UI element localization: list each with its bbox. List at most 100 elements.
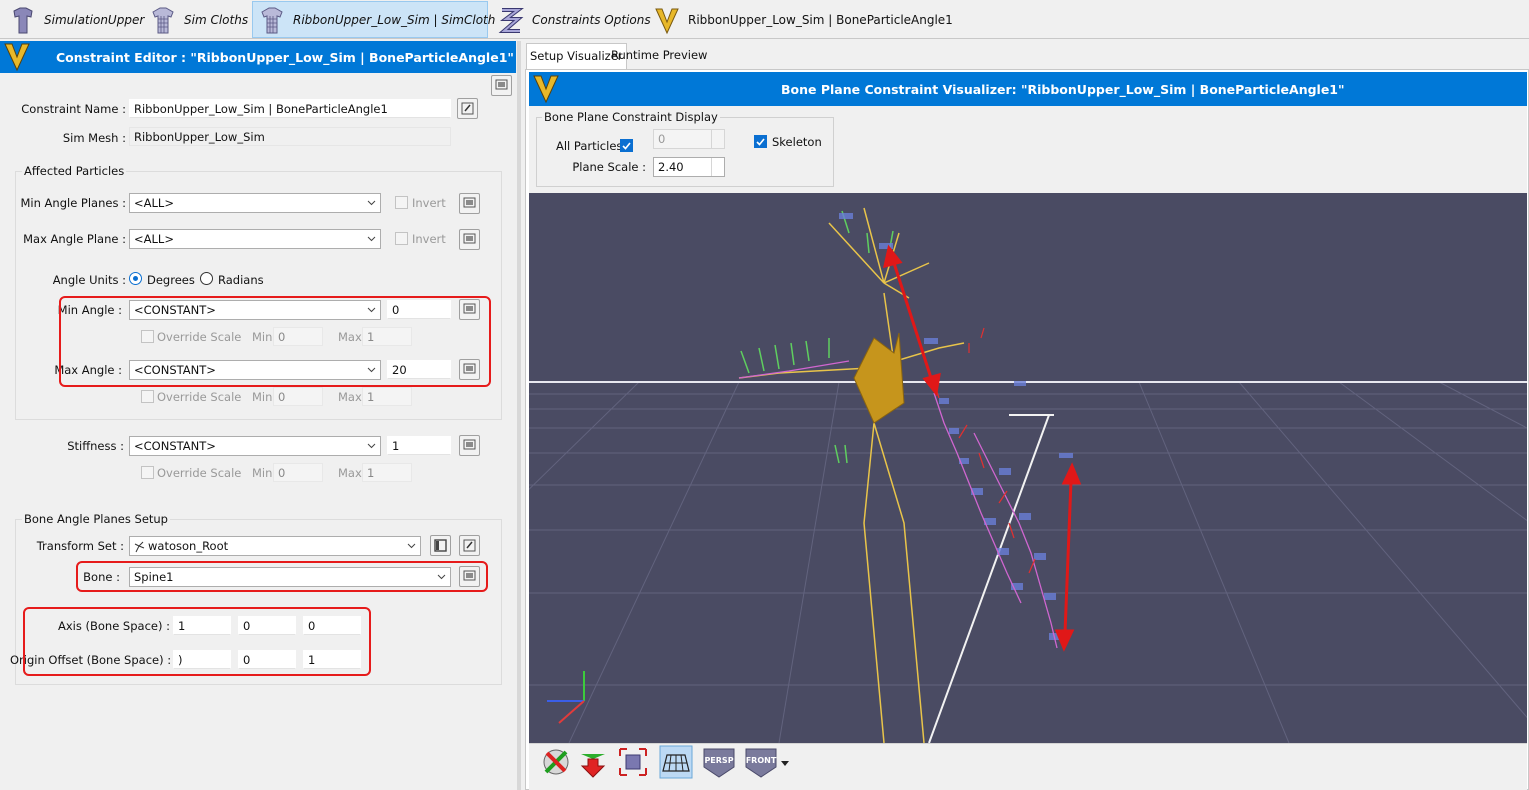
max-angle-scale-max-field[interactable]: 1: [362, 387, 412, 406]
affected-particles-title: Affected Particles: [22, 164, 127, 178]
highlight-box: [76, 561, 488, 592]
stiffness-options-button[interactable]: [459, 435, 480, 456]
red-normals: [933, 327, 1036, 574]
breadcrumb-label: Sim Cloths: [184, 12, 249, 27]
rename-button[interactable]: [457, 98, 478, 119]
3d-viewport[interactable]: [529, 193, 1527, 743]
breadcrumb-label: RibbonUpper_Low_Sim | BoneParticleAngle1: [688, 12, 953, 27]
cloth-mesh-icon: [261, 7, 283, 33]
select-value: <ALL>: [134, 232, 174, 246]
check-icon: [622, 142, 631, 150]
constraint-name-field[interactable]: RibbonUpper_Low_Sim | BoneParticleAngle1: [129, 99, 451, 118]
skeleton-label: Skeleton: [772, 135, 822, 149]
breadcrumb-item-simcloth[interactable]: RibbonUpper_Low_Sim | SimCloth: [252, 1, 495, 38]
breadcrumb-item-constraints-options[interactable]: Constraints Options: [492, 1, 651, 38]
viewport-scene: [529, 207, 1527, 743]
move-down-icon: [580, 754, 606, 778]
min-label: Min: [252, 390, 273, 404]
grid-icon: [659, 745, 693, 779]
max-angle-plane-options-button[interactable]: [459, 229, 480, 250]
edit-icon: [461, 102, 474, 115]
radians-label: Radians: [218, 273, 264, 287]
select-value: <ALL>: [134, 196, 174, 210]
max-angle-override-scale-checkbox[interactable]: [141, 390, 154, 403]
snap-button[interactable]: [539, 745, 573, 779]
select-value: watoson_Root: [148, 539, 229, 553]
select-value: <CONSTANT>: [134, 439, 216, 453]
green-normals: [740, 210, 894, 464]
stiffness-scale-min-field[interactable]: 0: [273, 463, 323, 482]
min-angle-planes-options-button[interactable]: [459, 193, 480, 214]
skeleton-checkbox[interactable]: [754, 135, 767, 148]
axis-gizmo: [547, 671, 585, 724]
monitor-icon: [463, 197, 476, 208]
caret-down-icon: [781, 761, 789, 766]
min-angle-planes-select[interactable]: <ALL>: [129, 193, 381, 213]
frame-icon: [619, 748, 647, 776]
spinner-value: 2.40: [658, 160, 684, 174]
perspective-view-button[interactable]: PERSP: [702, 745, 736, 779]
bone-setup-title: Bone Angle Planes Setup: [22, 512, 170, 526]
breadcrumb: SimulationUpper Sim Cloths RibbonUpper_L…: [0, 0, 1529, 39]
monitor-icon: [463, 233, 476, 244]
all-particles-spinner[interactable]: 0: [653, 129, 725, 149]
move-down-button[interactable]: [576, 745, 610, 779]
visualizer-title: Bone Plane Constraint Visualizer: "Ribbo…: [781, 81, 1345, 97]
max-label: Max: [338, 390, 362, 404]
tab-runtime-preview[interactable]: Runtime Preview: [608, 43, 710, 69]
angle-units-label: Angle Units :: [52, 273, 126, 287]
monitor-icon: [463, 439, 476, 450]
check-icon: [756, 138, 765, 146]
shirt-icon: [13, 7, 33, 33]
degrees-radio[interactable]: [129, 272, 142, 285]
panel-options-button[interactable]: [491, 75, 512, 96]
spinner-arrows-icon[interactable]: [711, 130, 724, 148]
breadcrumb-item-sim-cloths[interactable]: Sim Cloths: [144, 1, 248, 38]
plane-scale-label: Plane Scale :: [572, 160, 646, 174]
snap-icon: [543, 749, 569, 775]
transform-set-label: Transform Set :: [36, 539, 124, 553]
max-angle-scale-min-field[interactable]: 0: [273, 387, 323, 406]
min-label: Min: [252, 466, 273, 480]
v-logo-icon: [655, 8, 679, 34]
editor-title: Constraint Editor : "RibbonUpper_Low_Sim…: [56, 49, 514, 65]
radians-radio[interactable]: [200, 272, 213, 285]
grid-toggle-button[interactable]: [659, 745, 693, 779]
degrees-label: Degrees: [147, 273, 195, 287]
cloth-mesh-icon: [152, 7, 174, 33]
plane-scale-spinner[interactable]: 2.40: [653, 157, 725, 177]
persp-view-icon: PERSP: [703, 748, 735, 778]
stiffness-scale-max-field[interactable]: 1: [362, 463, 412, 482]
all-particles-checkbox[interactable]: [620, 139, 633, 152]
stiffness-mode-select[interactable]: <CONSTANT>: [129, 436, 381, 456]
floor-grid: [529, 381, 1527, 743]
max-angle-plane-select[interactable]: <ALL>: [129, 229, 381, 249]
monitor-icon: [495, 79, 508, 90]
chevron-down-icon: [407, 543, 416, 549]
spinner-arrows-icon[interactable]: [711, 158, 724, 176]
transform-set-edit-button[interactable]: [459, 535, 480, 556]
splitter[interactable]: [517, 41, 521, 790]
max-angle-plane-invert-checkbox[interactable]: [395, 232, 408, 245]
v-logo-icon: [4, 43, 30, 72]
spinner-value: 0: [658, 132, 666, 146]
front-view-button[interactable]: FRONT: [744, 745, 778, 779]
frame-button[interactable]: [616, 745, 650, 779]
stiffness-override-scale-checkbox[interactable]: [141, 466, 154, 479]
transform-set-browse-button[interactable]: [430, 535, 451, 556]
stiffness-value-field[interactable]: 1: [387, 436, 451, 455]
edit-icon: [463, 539, 476, 552]
transform-set-select[interactable]: watoson_Root: [129, 536, 421, 556]
visualizer-header: Bone Plane Constraint Visualizer: "Ribbo…: [529, 72, 1527, 106]
override-scale-label: Override Scale: [157, 466, 242, 480]
min-angle-planes-label: Min Angle Planes :: [20, 196, 126, 210]
invert-label: Invert: [412, 232, 446, 246]
constraints-icon: [498, 7, 524, 33]
breadcrumb-item-simulation-upper[interactable]: SimulationUpper: [4, 1, 144, 38]
highlight-box: [23, 607, 371, 676]
min-angle-planes-invert-checkbox[interactable]: [395, 196, 408, 209]
breadcrumb-item-constraint[interactable]: RibbonUpper_Low_Sim | BoneParticleAngle1: [648, 1, 953, 38]
view-dropdown-button[interactable]: [780, 757, 790, 766]
breadcrumb-label: Constraints Options: [532, 12, 651, 27]
toolbar-label: FRONT: [746, 756, 777, 765]
